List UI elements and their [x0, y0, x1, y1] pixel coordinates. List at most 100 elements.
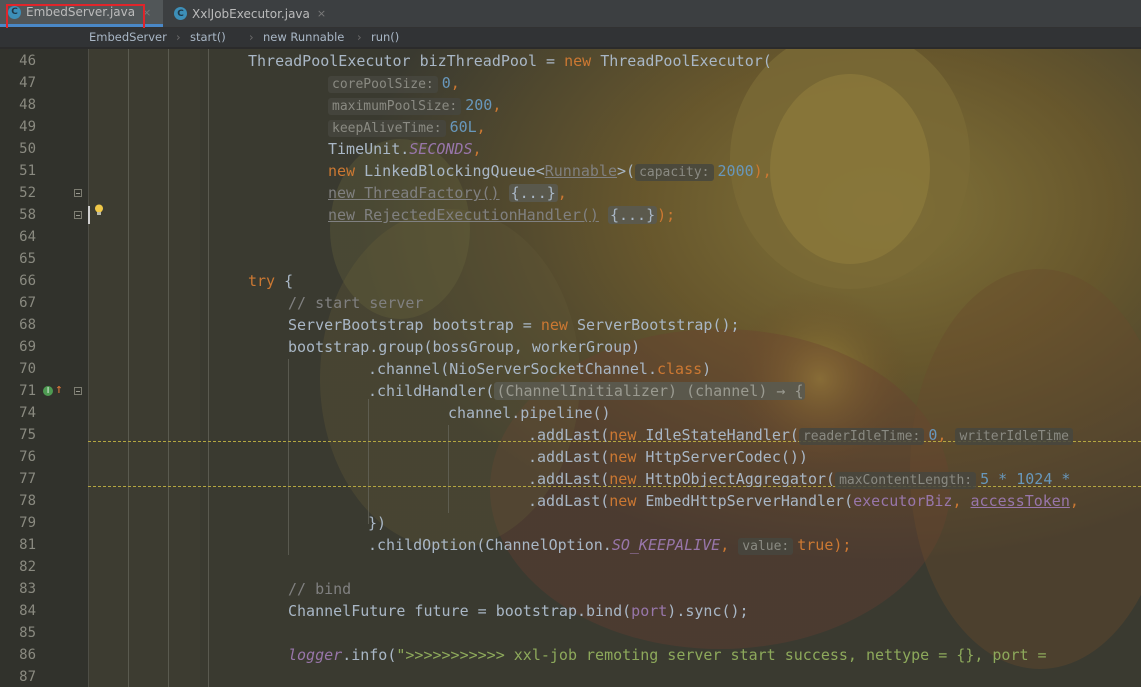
code-line: // bind [288, 578, 351, 600]
number-token: 0 [441, 74, 451, 92]
parameter-hint: corePoolSize: [328, 76, 438, 93]
code-token: HttpServerCodec()) [636, 448, 808, 466]
line-number: 76 [19, 449, 36, 465]
code-line: keepAliveTime: 60L, [328, 116, 486, 138]
code-token: channel.pipeline() [448, 404, 611, 422]
string-token: ">>>>>>>>>>> xxl-job remoting server sta… [396, 646, 1056, 664]
code-token: ) [702, 360, 712, 378]
code-token: , [557, 184, 567, 202]
code-token: , [720, 536, 730, 554]
code-token: bootstrap.group(bossGroup, workerGroup) [288, 338, 641, 356]
code-line: .childHandler((ChannelInitializer) (chan… [368, 380, 806, 402]
code-token: .channel(NioServerSocketChannel. [368, 360, 657, 378]
line-number: 49 [19, 119, 36, 135]
keyword-token: new [609, 492, 637, 510]
tab-xxljobexecutor-java[interactable]: C XxlJobExecutor.java × [166, 0, 346, 27]
folded-code-placeholder[interactable]: {...} [508, 184, 558, 202]
code-token: .addLast( [528, 492, 610, 510]
code-token: , [952, 492, 971, 510]
code-token: TimeUnit. [328, 140, 410, 158]
breadcrumb-item[interactable]: new Runnable [263, 30, 344, 44]
indent-guide [128, 49, 129, 687]
code-token: , [450, 74, 460, 92]
line-number: 85 [19, 625, 36, 641]
close-tab-icon[interactable]: × [317, 7, 326, 20]
code-line: corePoolSize: 0, [328, 72, 460, 94]
line-number: 58 [19, 207, 36, 223]
code-line: ThreadPoolExecutor bizThreadPool = new T… [248, 50, 772, 72]
code-token: { [275, 272, 294, 290]
fold-toggle-icon[interactable] [74, 211, 82, 219]
code-editor[interactable]: 46 47 48 49 50 51 52 58 64 65 66 67 68 6… [0, 49, 1141, 687]
code-token: .addLast( [528, 448, 610, 466]
fold-toggle-icon[interactable] [74, 189, 82, 197]
tab-label: XxlJobExecutor.java [192, 6, 310, 21]
line-number: 68 [19, 317, 36, 333]
indent-guide [168, 49, 169, 687]
parameter-hint: maxContentLength: [835, 472, 977, 489]
code-line: new LinkedBlockingQueue<Runnable>(capaci… [328, 160, 772, 182]
code-line: .childOption(ChannelOption.SO_KEEPALIVE,… [368, 534, 851, 556]
line-number: 52 [19, 185, 36, 201]
parameter-hint: writerIdleTime [955, 428, 1074, 445]
line-number: 67 [19, 295, 36, 311]
line-number: 78 [19, 493, 36, 509]
line-number: 71 [19, 383, 36, 399]
line-number: 81 [19, 537, 36, 553]
lambda-placeholder[interactable]: (ChannelInitializer) (channel) → { [494, 382, 806, 400]
fold-toggle-icon[interactable] [74, 387, 82, 395]
code-token: , [1069, 492, 1079, 510]
line-number: 66 [19, 273, 36, 289]
code-token: ServerBootstrap bootstrap = [288, 316, 541, 334]
indent-guide [288, 359, 289, 555]
number-token: 5 * 1024 * [980, 470, 1071, 488]
line-number: 51 [19, 163, 36, 179]
code-token: , [472, 140, 482, 158]
breadcrumb-separator-icon: › [249, 30, 254, 44]
code-token: , [492, 96, 502, 114]
line-number: 83 [19, 581, 36, 597]
code-line: .channel(NioServerSocketChannel.class) [368, 358, 711, 380]
code-line: // start server [288, 292, 423, 314]
code-line: new ThreadFactory() {...}, [328, 182, 567, 204]
code-line: try { [248, 270, 293, 292]
field-token: executorBiz [853, 492, 953, 510]
code-token: ThreadPoolExecutor bizThreadPool = [248, 52, 565, 70]
code-token: , [937, 426, 947, 444]
line-number: 48 [19, 97, 36, 113]
breadcrumb-item[interactable]: run() [371, 30, 399, 44]
code-token: ); [833, 536, 852, 554]
code-line: logger.info(">>>>>>>>>>> xxl-job remotin… [288, 644, 1056, 666]
override-arrow-icon[interactable]: ↑ [55, 382, 63, 397]
code-line: new RejectedExecutionHandler() {...}); [328, 204, 675, 226]
breadcrumb-item[interactable]: EmbedServer [89, 30, 167, 44]
code-line: }) [368, 512, 386, 534]
code-token: HttpObjectAggregator( [636, 470, 836, 488]
constant-token: SECONDS [409, 140, 473, 158]
line-number: 50 [19, 141, 36, 157]
implementation-icon[interactable]: I [43, 386, 53, 396]
java-class-icon: C [174, 7, 187, 20]
code-token: new RejectedExecutionHandler() [328, 206, 599, 224]
type-token: Runnable [544, 162, 617, 180]
constant-token: SO_KEEPALIVE [611, 536, 721, 554]
code-token: .addLast( [528, 426, 610, 444]
code-token: LinkedBlockingQueue< [355, 162, 545, 180]
code-token: .childHandler( [368, 382, 495, 400]
breadcrumb-item[interactable]: start() [190, 30, 226, 44]
line-number: 64 [19, 229, 36, 245]
code-token: ChannelFuture future = bootstrap.bind( [288, 602, 632, 620]
text-caret [88, 206, 90, 224]
keyword-token: new [609, 470, 637, 488]
lightbulb-icon[interactable] [94, 204, 104, 216]
code-line: .addLast(new EmbedHttpServerHandler(exec… [528, 490, 1079, 512]
indent-guide [368, 399, 369, 524]
line-number: 87 [19, 669, 36, 685]
code-token: ServerBootstrap(); [567, 316, 740, 334]
line-number: 77 [19, 471, 36, 487]
comment-token: // start server [288, 294, 424, 312]
keyword-token: new [540, 316, 568, 334]
folded-code-placeholder[interactable]: {...} [607, 206, 658, 224]
code-line: .addLast(new HttpObjectAggregator(maxCon… [528, 468, 1070, 490]
line-number: 69 [19, 339, 36, 355]
